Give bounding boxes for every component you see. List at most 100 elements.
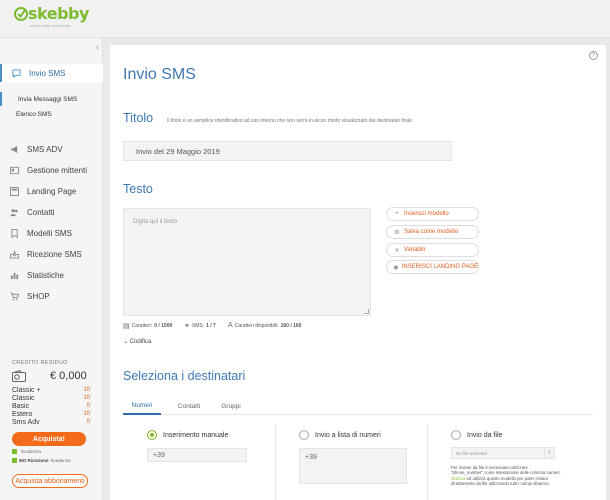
- credit-row-classic-plus: Classic + 10: [12, 387, 90, 395]
- file-placeholder: No file selected: [456, 450, 487, 456]
- help-icon[interactable]: ?: [589, 51, 598, 60]
- credit-title: CREDITO RESIDUO: [12, 360, 68, 366]
- counter-label: SMS:: [191, 323, 205, 329]
- skebby-logo[interactable]: skebby cloud sms solutions: [14, 4, 94, 34]
- chevron-down-icon: ⌄: [123, 339, 130, 345]
- sidebar-subitem-label: Elenco SMS: [16, 110, 52, 118]
- column-divider: [427, 424, 428, 500]
- megaphone-icon: [9, 144, 19, 154]
- codifica-toggle[interactable]: ⌄ Codifica: [123, 338, 151, 345]
- credit-row-value: 0: [86, 419, 90, 425]
- file-note-text: Per inviare da file è necessario utilizz…: [451, 465, 561, 476]
- sidebar-item-contatti[interactable]: Contatti: [0, 203, 103, 221]
- logo-tagline: cloud sms solutions: [30, 23, 71, 28]
- save-icon: ⚙: [394, 229, 400, 236]
- logo-wordmark: skebby: [28, 4, 89, 23]
- title-input[interactable]: Invio del 29 Maggio 2019: [123, 141, 452, 161]
- sidebar: ‹ Invio SMS Invia Messaggi SMS Elenco SM…: [0, 38, 103, 500]
- sidebar-subitem-label: Invia Messaggi SMS: [18, 95, 78, 103]
- sidebar-item-modelli-sms[interactable]: Modelli SMS: [0, 224, 103, 242]
- plus-icon: +: [395, 211, 399, 217]
- destinatari-heading: Seleziona i destinatari: [123, 369, 246, 383]
- credit-option-bold: MO Ricezione: [19, 458, 49, 463]
- upload-icon[interactable]: ⇪: [544, 448, 554, 458]
- titolo-heading: Titolo: [123, 111, 154, 125]
- credit-row-label: Basic: [12, 403, 30, 410]
- insert-landing-page-button[interactable]: ◉ INSERISCI LANDING PAGE: [386, 260, 479, 274]
- radio-number-list[interactable]: Invio a lista di numeri: [299, 430, 381, 440]
- sidebar-item-gestione-mittenti[interactable]: Gestione mittenti: [0, 161, 103, 179]
- buy-subscriptions-button[interactable]: Acquista abbonamenti: [12, 474, 88, 488]
- button-label: Variabili: [404, 247, 425, 253]
- manual-number-input[interactable]: +39: [147, 448, 247, 462]
- codifica-label: Codifica: [129, 339, 152, 345]
- available-chars-counter: A Caratteri disponibili: 160 / 160: [228, 322, 301, 329]
- sidebar-item-label: Contatti: [27, 207, 55, 217]
- counter-value: 160 / 160: [280, 322, 302, 329]
- buy-credit-button[interactable]: Acquista!: [12, 432, 86, 446]
- sidebar-item-label: Gestione mittenti: [27, 165, 88, 175]
- counter-label: Caratteri:: [131, 323, 153, 329]
- file-input[interactable]: No file selected ⇪: [451, 447, 555, 459]
- radio-icon: [299, 430, 309, 440]
- main-panel: ? Invio SMS Titolo Il titolo è un sempli…: [110, 45, 606, 500]
- number-list-input[interactable]: +39: [299, 448, 407, 484]
- credit-option-mo-ricezione: MO Ricezione Scadenza: [12, 457, 71, 464]
- resize-handle[interactable]: [364, 309, 369, 314]
- sidebar-item-landing-page[interactable]: Landing Page: [0, 182, 103, 200]
- tab-gruppi[interactable]: Gruppi: [215, 397, 247, 415]
- credit-row-label: Classic: [12, 395, 35, 402]
- char-counter: ▤ Caratteri: 0 / 1000: [123, 322, 172, 330]
- credit-row-label: Classic +: [12, 387, 41, 394]
- sidebar-item-statistiche[interactable]: Statistiche: [0, 266, 103, 284]
- titolo-hint: Il titolo è un semplice identificativo a…: [167, 118, 413, 124]
- radio-selected-icon: [147, 430, 157, 440]
- sidebar-subitem-invia-messaggi[interactable]: Invia Messaggi SMS: [0, 92, 103, 106]
- message-textarea[interactable]: Digita qui il testo: [123, 208, 371, 316]
- page-icon: [9, 186, 19, 196]
- top-bar: skebby cloud sms solutions: [0, 0, 610, 38]
- page-title: Invio SMS: [123, 66, 196, 83]
- credit-row-estero: Estero 10: [12, 411, 90, 419]
- save-template-button[interactable]: ⚙ Salva come modello: [386, 225, 479, 239]
- credit-row-label: Estero: [12, 411, 33, 418]
- download-template-link[interactable]: Scarica: [451, 476, 465, 481]
- link-icon: ⚭: [184, 323, 190, 330]
- check-icon: [12, 458, 17, 463]
- credit-row-value: 10: [83, 387, 90, 393]
- sidebar-item-sms-adv[interactable]: SMS ADV: [0, 140, 103, 158]
- credit-row-sms-adv: Sms Adv 0: [12, 419, 90, 427]
- sidebar-subitem-elenco-sms[interactable]: Elenco SMS: [0, 107, 103, 121]
- people-icon: [9, 207, 19, 217]
- id-card-icon: [9, 165, 19, 175]
- credit-row-label: Sms Adv: [12, 419, 40, 426]
- variables-icon: ✕: [394, 247, 400, 254]
- credit-row-basic: Basic 0: [12, 403, 90, 411]
- collapse-sidebar-icon[interactable]: ‹: [96, 42, 99, 52]
- tab-contatti[interactable]: Contatti: [171, 397, 207, 415]
- sidebar-item-label: Landing Page: [27, 186, 77, 196]
- insert-template-button[interactable]: + Inserisci modello: [386, 207, 479, 221]
- radio-manual-entry[interactable]: Inserimento manuale: [147, 430, 228, 440]
- sidebar-item-ricezione-sms[interactable]: Ricezione SMS: [0, 245, 103, 263]
- sidebar-item-label: Ricezione SMS: [27, 249, 82, 259]
- credit-row-value: 10: [83, 411, 90, 417]
- variables-button[interactable]: ✕ Variabili: [386, 243, 479, 257]
- sidebar-item-label: SMS ADV: [27, 144, 63, 154]
- sidebar-item-label: SHOP: [27, 291, 50, 301]
- inbox-icon: [9, 249, 19, 259]
- sidebar-item-label: Modelli SMS: [27, 228, 72, 238]
- tab-numeri[interactable]: Numeri: [123, 397, 161, 415]
- list-icon: ▤: [123, 323, 130, 330]
- radio-label: Invio da file: [467, 431, 503, 439]
- sidebar-item-invio-sms[interactable]: Invio SMS: [0, 64, 103, 82]
- credit-option-label: Scadenza: [21, 449, 42, 454]
- sidebar-item-shop[interactable]: SHOP: [0, 287, 103, 305]
- radio-label: Invio a lista di numeri: [315, 431, 381, 439]
- sidebar-item-label: Invio SMS: [29, 68, 66, 78]
- radio-icon: [451, 430, 461, 440]
- button-label: Salva come modello: [404, 229, 459, 235]
- radio-file-upload[interactable]: Invio da file: [451, 430, 502, 440]
- recipients-tabs: Numeri Contatti Gruppi: [123, 397, 593, 415]
- logo-mark-icon: [14, 7, 28, 21]
